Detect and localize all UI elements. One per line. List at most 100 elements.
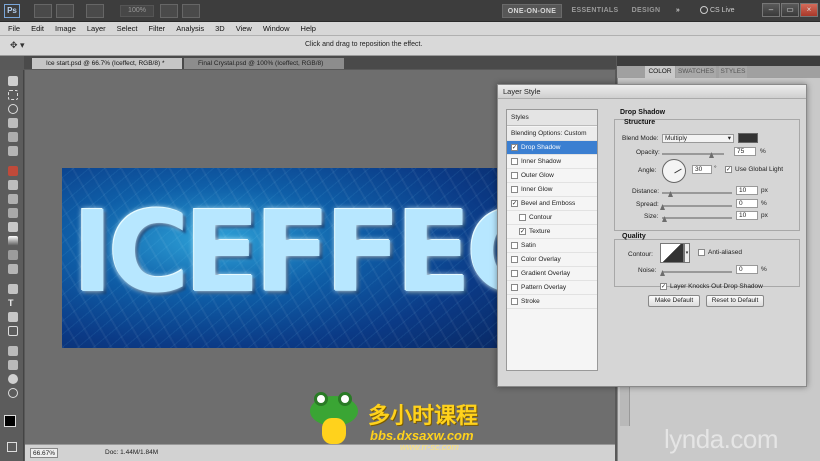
checkbox-empty[interactable] [519, 213, 526, 221]
healing-brush-icon[interactable] [8, 166, 18, 176]
menu-window[interactable]: Window [263, 24, 290, 33]
checkbox-empty[interactable] [511, 241, 518, 249]
checkbox-empty[interactable] [511, 157, 518, 165]
list-item-texture[interactable]: ✓ Texture [507, 225, 597, 239]
list-item-color-overlay[interactable]: Color Overlay [507, 253, 597, 267]
pen-tool-icon[interactable] [8, 284, 18, 294]
menu-3d[interactable]: 3D [215, 24, 225, 33]
clone-stamp-icon[interactable] [8, 194, 18, 204]
menu-select[interactable]: Select [117, 24, 138, 33]
crop-tool-icon[interactable] [8, 132, 18, 142]
workspace-one-on-one[interactable]: ONE-ON-ONE [502, 4, 562, 18]
quick-select-tool-icon[interactable] [8, 118, 18, 128]
move-tool-icon[interactable]: ✥ ▾ [10, 40, 34, 52]
contour-preview-icon[interactable] [660, 243, 684, 263]
document-image[interactable]: ICEFFEC [62, 168, 498, 348]
spread-slider[interactable] [662, 205, 732, 207]
blur-tool-icon[interactable] [8, 250, 18, 260]
list-item-gradient-overlay[interactable]: Gradient Overlay [507, 267, 597, 281]
noise-field[interactable]: 0 [736, 265, 758, 274]
size-field[interactable]: 10 [736, 211, 758, 220]
menu-layer[interactable]: Layer [87, 24, 106, 33]
menu-image[interactable]: Image [55, 24, 76, 33]
check-icon[interactable]: ✓ [511, 143, 518, 151]
check-icon[interactable]: ✓ [511, 199, 518, 207]
blend-mode-select[interactable]: Multiply ▾ [662, 134, 734, 143]
size-slider[interactable] [662, 217, 732, 219]
arrange-icon[interactable] [160, 4, 178, 18]
eyedropper-tool-icon[interactable] [8, 146, 18, 156]
screen-mode-icon[interactable] [182, 4, 200, 18]
list-item-inner-glow[interactable]: Inner Glow [507, 183, 597, 197]
eraser-tool-icon[interactable] [8, 222, 18, 232]
more-workspaces-icon[interactable]: » [672, 4, 684, 18]
angle-dial-icon[interactable] [662, 159, 686, 183]
tab-swatches[interactable]: SWATCHES [676, 66, 716, 78]
menu-edit[interactable]: Edit [31, 24, 44, 33]
checkbox-empty[interactable] [511, 171, 518, 179]
minimize-icon[interactable]: – [762, 3, 780, 17]
list-item-inner-shadow[interactable]: Inner Shadow [507, 155, 597, 169]
type-tool-icon[interactable]: T [8, 298, 18, 308]
shape-tool-icon[interactable] [8, 326, 18, 336]
quick-mask-icon[interactable] [7, 442, 17, 452]
list-item-stroke[interactable]: Stroke [507, 295, 597, 309]
cslive-button[interactable]: CS Live [700, 4, 735, 18]
zoom-level[interactable]: 100% [120, 5, 154, 17]
list-item-pattern-overlay[interactable]: Pattern Overlay [507, 281, 597, 295]
shadow-color-swatch[interactable] [738, 133, 758, 143]
make-default-button[interactable]: Make Default [648, 295, 700, 307]
opacity-slider[interactable] [662, 153, 724, 155]
hand-tool-icon[interactable] [8, 374, 18, 384]
bridge-icon[interactable] [34, 4, 52, 18]
distance-field[interactable]: 10 [736, 186, 758, 195]
list-item-outer-glow[interactable]: Outer Glow [507, 169, 597, 183]
list-item-drop-shadow[interactable]: ✓ Drop Shadow [507, 141, 597, 155]
view-extras-icon[interactable] [86, 4, 104, 18]
anti-aliased-checkbox[interactable] [698, 249, 705, 256]
list-item-contour[interactable]: Contour [507, 211, 597, 225]
list-item-bevel-emboss[interactable]: ✓ Bevel and Emboss [507, 197, 597, 211]
opacity-field[interactable]: 75 [734, 147, 756, 156]
menu-analysis[interactable]: Analysis [176, 24, 204, 33]
checkbox-empty[interactable] [511, 255, 518, 263]
history-brush-icon[interactable] [8, 208, 18, 218]
brush-tool-icon[interactable] [8, 180, 18, 190]
use-global-light-checkbox[interactable]: ✓ [725, 166, 732, 173]
close-icon[interactable]: × [800, 3, 818, 17]
list-item-satin[interactable]: Satin [507, 239, 597, 253]
foreground-color-swatch[interactable] [4, 415, 16, 427]
workspace-design[interactable]: DESIGN [628, 4, 664, 18]
status-zoom-field[interactable]: 66.67% [30, 448, 58, 458]
reset-default-button[interactable]: Reset to Default [706, 295, 764, 307]
dodge-tool-icon[interactable] [8, 264, 18, 274]
menu-file[interactable]: File [8, 24, 20, 33]
menu-view[interactable]: View [236, 24, 252, 33]
3d-orbit-icon[interactable] [8, 360, 18, 370]
list-item-styles[interactable]: Styles [507, 110, 597, 126]
list-item-blending-options[interactable]: Blending Options: Custom [507, 127, 597, 141]
menu-filter[interactable]: Filter [149, 24, 166, 33]
lasso-tool-icon[interactable] [8, 104, 18, 114]
restore-icon[interactable]: ▭ [781, 3, 799, 17]
checkbox-empty[interactable] [511, 269, 518, 277]
marquee-tool-icon[interactable] [8, 90, 18, 100]
chevron-down-icon[interactable]: ▾ [684, 243, 690, 263]
path-select-icon[interactable] [8, 312, 18, 322]
check-icon[interactable]: ✓ [519, 227, 526, 235]
checkbox-empty[interactable] [511, 283, 518, 291]
checkbox-empty[interactable] [511, 297, 518, 305]
checkbox-empty[interactable] [511, 185, 518, 193]
workspace-essentials[interactable]: ESSENTIALS [566, 4, 624, 18]
angle-field[interactable]: 30 [692, 165, 712, 174]
gradient-tool-icon[interactable] [8, 236, 18, 246]
minibridge-icon[interactable] [56, 4, 74, 18]
tab-styles[interactable]: STYLES [719, 66, 747, 78]
zoom-tool-icon[interactable] [8, 388, 18, 398]
tab-final-crystal[interactable]: Final Crystal.psd @ 100% (Iceffect, RGB/… [184, 58, 344, 69]
menu-help[interactable]: Help [301, 24, 316, 33]
knockout-checkbox[interactable]: ✓ [660, 283, 667, 290]
distance-slider[interactable] [662, 192, 732, 194]
dialog-title[interactable]: Layer Style [498, 85, 806, 99]
spread-field[interactable]: 0 [736, 199, 758, 208]
